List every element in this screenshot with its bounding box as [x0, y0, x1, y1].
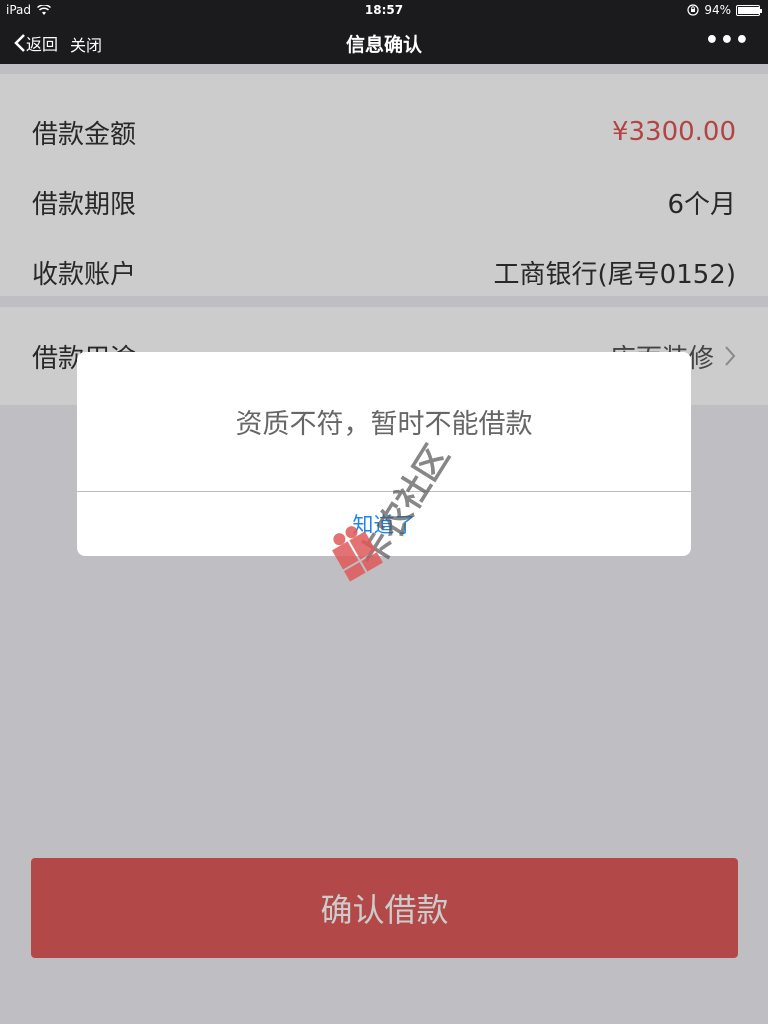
status-right: 94%	[687, 3, 762, 17]
dialog-ok-button[interactable]: 知道了	[77, 492, 691, 556]
status-bar: iPad 18:57 94%	[0, 0, 768, 20]
dialog-message: 资质不符，暂时不能借款	[235, 409, 533, 440]
page-title: 信息确认	[345, 34, 422, 56]
more-menu-button[interactable]: •••	[705, 28, 750, 53]
battery-icon	[736, 4, 762, 16]
status-time: 18:57	[364, 3, 404, 17]
alert-dialog: 资质不符，暂时不能借款 知道了	[77, 352, 691, 556]
battery-fill	[738, 6, 759, 14]
battery-percent: 94%	[704, 3, 731, 17]
nav-bar: 返回 关闭 信息确认 •••	[0, 20, 768, 64]
orientation-lock-icon	[687, 4, 699, 16]
